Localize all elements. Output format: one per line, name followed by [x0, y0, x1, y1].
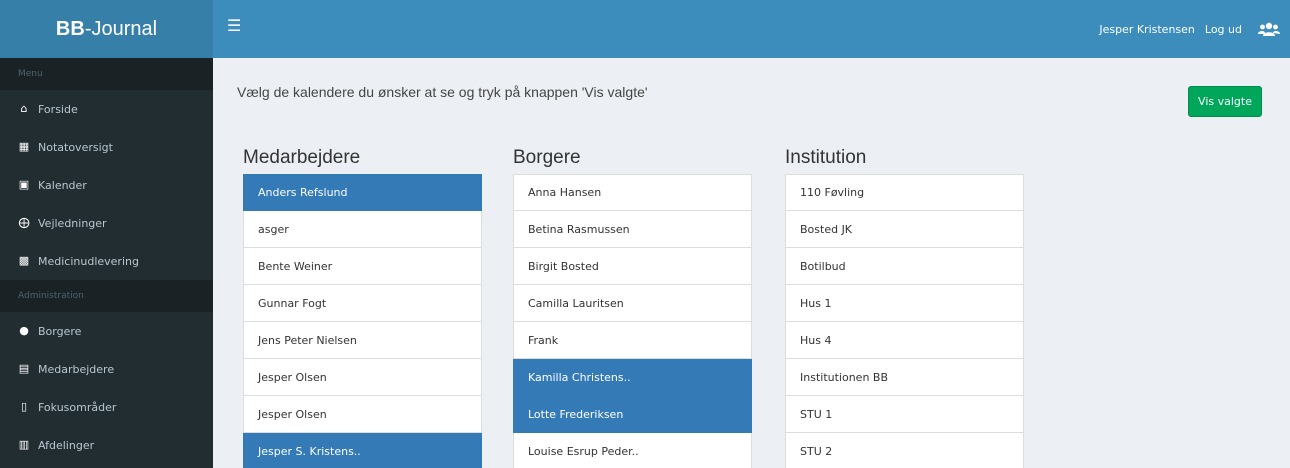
list-item[interactable]: Camilla Lauritsen: [513, 285, 752, 322]
hamburger-icon[interactable]: ☰: [227, 16, 241, 35]
sidebar-item-label: Fokusområder: [38, 400, 117, 414]
list-item[interactable]: Hus 1: [785, 285, 1024, 322]
column-title: Medarbejdere: [243, 147, 361, 168]
list-item[interactable]: 110 Føvling: [785, 174, 1024, 211]
instruction-text: Vælg de kalendere du ønsker at se og try…: [237, 84, 648, 100]
sidebar-header-menu: Menu: [0, 58, 213, 90]
sidebar-item-medicinudlevering[interactable]: ▩ Medicinudlevering: [0, 242, 213, 280]
list-item[interactable]: Kamilla Christens..: [513, 359, 752, 396]
sidebar-item-label: Forside: [38, 102, 78, 116]
sidebar-item-label: Notatoversigt: [38, 140, 113, 154]
list-item[interactable]: Gunnar Fogt: [243, 285, 482, 322]
column-title: Borgere: [513, 147, 581, 168]
column-borgere: Borgere Anna Hansen Betina Rasmussen Birgi…: [513, 142, 752, 468]
sidebar-header-administration: Administration: [0, 280, 213, 312]
sidebar-item-label: Vejledninger: [38, 216, 107, 230]
list-item[interactable]: Botilbud: [785, 248, 1024, 285]
users-icon[interactable]: [1258, 22, 1280, 36]
main-content: Vælg de kalendere du ønsker at se og try…: [213, 58, 1290, 468]
column-medarbejdere: Medarbejdere Anders Refslund asger Bente W…: [243, 142, 482, 468]
list-item[interactable]: STU 2: [785, 433, 1024, 468]
home-icon: ⌂: [20, 102, 28, 115]
list-item[interactable]: Anna Hansen: [513, 174, 752, 211]
column-title: Institution: [785, 147, 867, 168]
sidebar: Menu ⌂ Forside ▦ Notatoversigt ▣ Kalende…: [0, 58, 213, 468]
list-item[interactable]: Bente Weiner: [243, 248, 482, 285]
list-item[interactable]: Frank: [513, 322, 752, 359]
list-item[interactable]: Jens Peter Nielsen: [243, 322, 482, 359]
top-right-menu: Jesper Kristensen Log ud: [1099, 0, 1290, 58]
sidebar-item-borgere[interactable]: ● Borgere: [0, 312, 213, 350]
list-item[interactable]: Lotte Frederiksen: [513, 396, 752, 433]
logo-bold: BB: [55, 17, 85, 40]
list-item[interactable]: Betina Rasmussen: [513, 211, 752, 248]
list-item[interactable]: Jesper Olsen: [243, 396, 482, 433]
logo-rest: -Journal: [84, 17, 158, 40]
logout-link[interactable]: Log ud: [1205, 23, 1242, 36]
list-item[interactable]: Jesper S. Kristens..: [243, 433, 482, 468]
user-icon: ●: [19, 324, 29, 337]
sidebar-item-kalender[interactable]: ▣ Kalender: [0, 166, 213, 204]
id-card-icon: ▤: [18, 362, 30, 375]
sidebar-item-notatoversigt[interactable]: ▦ Notatoversigt: [0, 128, 213, 166]
list-item[interactable]: Hus 4: [785, 322, 1024, 359]
list-item[interactable]: Birgit Bosted: [513, 248, 752, 285]
sidebar-item-afdelinger[interactable]: ▥ Afdelinger: [0, 426, 213, 464]
sidebar-item-label: Medarbejdere: [38, 362, 115, 376]
calendar-list: 110 Føvling Bosted JK Botilbud Hus 1 Hus 4 In…: [785, 174, 1024, 468]
app-logo[interactable]: BB -Journal: [0, 0, 213, 58]
list-item[interactable]: Institutionen BB: [785, 359, 1024, 396]
top-navbar: ☰ Jesper Kristensen Log ud: [213, 0, 1290, 58]
sidebar-item-label: Medicinudlevering: [38, 254, 139, 268]
list-item[interactable]: Bosted JK: [785, 211, 1024, 248]
sidebar-item-label: Afdelinger: [38, 438, 95, 452]
list-item[interactable]: STU 1: [785, 396, 1024, 433]
sidebar-item-label: Borgere: [38, 324, 82, 338]
sidebar-item-medarbejdere[interactable]: ▤ Medarbejdere: [0, 350, 213, 388]
calendar-icon: ▣: [18, 178, 30, 191]
calendar-list: Anders Refslund asger Bente Weiner Gunnar F…: [243, 174, 482, 468]
show-selected-button[interactable]: Vis valgte: [1188, 86, 1262, 117]
calendar-list: Anna Hansen Betina Rasmussen Birgit Bosted…: [513, 174, 752, 468]
building-icon: ▥: [18, 438, 30, 451]
user-name-link[interactable]: Jesper Kristensen: [1099, 23, 1195, 36]
sidebar-item-vejledninger[interactable]: ⨁ Vejledninger: [0, 204, 213, 242]
list-item[interactable]: Louise Esrup Peder..: [513, 433, 752, 468]
list-item[interactable]: Jesper Olsen: [243, 359, 482, 396]
sidebar-item-forside[interactable]: ⌂ Forside: [0, 90, 213, 128]
note-icon: ▦: [18, 140, 30, 153]
clipboard-icon: ▯: [20, 400, 28, 413]
medicine-icon: ▩: [18, 254, 30, 267]
list-item[interactable]: asger: [243, 211, 482, 248]
sidebar-item-fokusomrader[interactable]: ▯ Fokusområder: [0, 388, 213, 426]
sidebar-item-label: Kalender: [38, 178, 87, 192]
column-institution: Institution 110 Føvling Bosted JK Botilbud…: [785, 142, 1024, 468]
help-icon: ⨁: [18, 216, 30, 229]
list-item[interactable]: Anders Refslund: [243, 174, 482, 211]
